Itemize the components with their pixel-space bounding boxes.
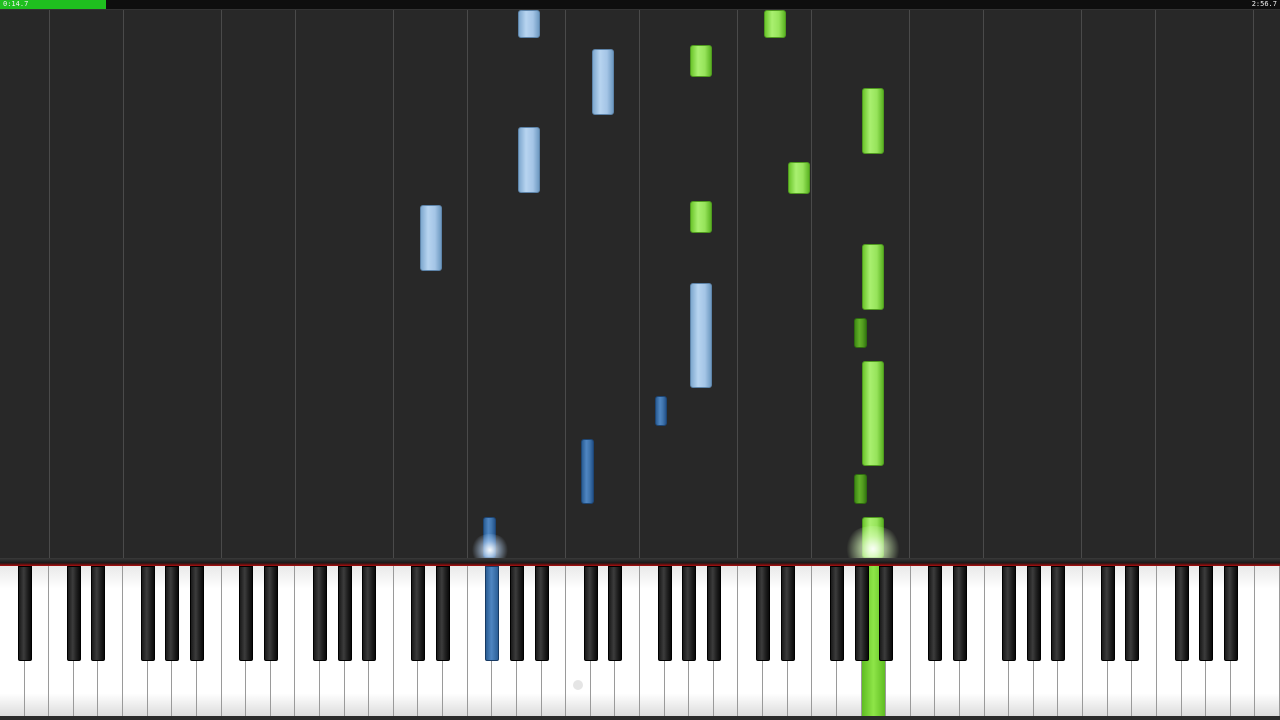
right-hand-note (862, 517, 884, 558)
lane-divider (393, 10, 394, 558)
current-time: 0:14.7 (3, 0, 29, 8)
lane-divider (295, 10, 296, 558)
lane-divider (909, 10, 910, 558)
piano-keyboard (0, 558, 1280, 720)
black-key[interactable] (829, 566, 844, 661)
left-hand-note (592, 49, 614, 115)
black-key[interactable] (583, 566, 598, 661)
black-key[interactable] (1125, 566, 1140, 661)
left-hand-note (581, 439, 594, 504)
black-key-pressed[interactable] (485, 566, 500, 661)
black-key[interactable] (756, 566, 771, 661)
lane-divider (49, 10, 50, 558)
left-hand-note (483, 517, 496, 558)
black-key[interactable] (189, 566, 204, 661)
black-key[interactable] (165, 566, 180, 661)
black-key[interactable] (337, 566, 352, 661)
lane-divider (221, 10, 222, 558)
right-hand-note (862, 361, 884, 466)
black-key[interactable] (682, 566, 697, 661)
black-key[interactable] (17, 566, 32, 661)
player-stage: 0:14.7 2:56.7 (0, 0, 1280, 720)
black-key[interactable] (1100, 566, 1115, 661)
left-hand-note (518, 127, 540, 193)
record-dot-icon (573, 680, 583, 690)
right-hand-note (690, 45, 712, 77)
progress-bar[interactable]: 0:14.7 2:56.7 (0, 0, 1280, 10)
right-hand-note (854, 474, 867, 504)
lane-divider (737, 10, 738, 558)
black-key[interactable] (313, 566, 327, 661)
left-hand-note (420, 205, 442, 271)
black-key[interactable] (91, 566, 106, 661)
left-hand-note (518, 10, 540, 38)
black-key[interactable] (657, 566, 672, 661)
black-key[interactable] (953, 566, 967, 661)
right-hand-note (862, 244, 884, 310)
right-hand-note (690, 201, 712, 233)
lane-divider (467, 10, 468, 558)
lane-divider (811, 10, 812, 558)
lane-divider (639, 10, 640, 558)
right-hand-note (854, 318, 867, 348)
right-hand-note (764, 10, 786, 38)
black-key[interactable] (534, 566, 549, 661)
black-key[interactable] (780, 566, 795, 661)
black-key[interactable] (854, 566, 869, 661)
lane-divider (1253, 10, 1254, 558)
keyboard-bottom-rail (0, 716, 1280, 720)
white-key[interactable] (1255, 566, 1280, 716)
black-key[interactable] (362, 566, 377, 661)
black-key[interactable] (879, 566, 894, 661)
right-hand-note (862, 88, 884, 154)
black-key[interactable] (1026, 566, 1041, 661)
black-key[interactable] (928, 566, 943, 661)
left-hand-note (655, 396, 667, 426)
lane-divider (983, 10, 984, 558)
black-key[interactable] (140, 566, 155, 661)
right-hand-note (788, 162, 810, 194)
black-key[interactable] (509, 566, 524, 661)
total-time: 2:56.7 (1251, 0, 1277, 8)
lane-divider (123, 10, 124, 558)
black-key[interactable] (239, 566, 254, 661)
black-key[interactable] (1174, 566, 1189, 661)
black-key[interactable] (1051, 566, 1066, 661)
black-key[interactable] (1002, 566, 1017, 661)
lane-divider (1155, 10, 1156, 558)
black-key[interactable] (436, 566, 451, 661)
black-key[interactable] (706, 566, 721, 661)
black-key[interactable] (1223, 566, 1238, 661)
lane-divider (565, 10, 566, 558)
black-key[interactable] (263, 566, 278, 661)
black-key[interactable] (608, 566, 623, 661)
keyboard-top-rail (0, 558, 1280, 566)
note-field (0, 10, 1280, 572)
left-hand-note (690, 283, 712, 388)
black-key[interactable] (1199, 566, 1214, 661)
black-key[interactable] (66, 566, 81, 661)
black-key[interactable] (411, 566, 426, 661)
lane-divider (1081, 10, 1082, 558)
